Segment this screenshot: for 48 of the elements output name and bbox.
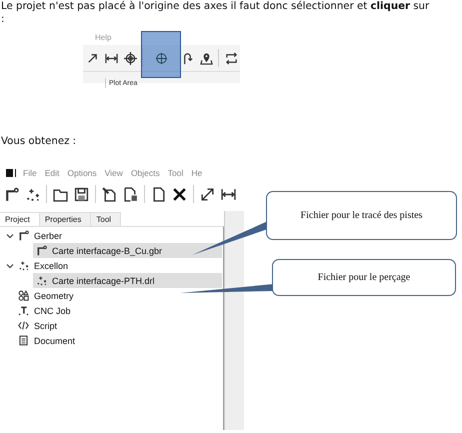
cnc-tool-icon bbox=[18, 305, 29, 316]
tree-item[interactable]: Carte interfacage-PTH.drl bbox=[33, 273, 222, 288]
chevron-icon[interactable] bbox=[6, 262, 14, 270]
tab[interactable]: Project bbox=[0, 212, 40, 226]
tree-item[interactable]: Gerber bbox=[0, 228, 222, 243]
tab[interactable]: Properties bbox=[40, 212, 92, 226]
crosshair-icon[interactable] bbox=[124, 52, 136, 64]
app-icon[interactable] bbox=[6, 169, 15, 177]
menu-item[interactable]: Edit bbox=[44, 168, 60, 178]
gerber-icon bbox=[36, 245, 47, 256]
document-icon bbox=[18, 335, 29, 346]
code-icon bbox=[18, 320, 29, 331]
menu-item[interactable]: File bbox=[23, 168, 37, 178]
callout: Fichier pour le tracé des pistes bbox=[266, 191, 457, 240]
measure-icon[interactable] bbox=[104, 52, 118, 64]
edit-document-icon[interactable] bbox=[102, 186, 117, 202]
chevron-icon[interactable] bbox=[6, 232, 14, 240]
tree-item[interactable]: Geometry bbox=[0, 288, 222, 303]
callout: Fichier pour le perçage bbox=[272, 259, 456, 296]
sparkle-icon[interactable] bbox=[25, 186, 40, 202]
swap-arrows-icon[interactable] bbox=[224, 52, 238, 64]
shapes-icon bbox=[18, 290, 29, 301]
menu-item[interactable]: He bbox=[191, 168, 202, 178]
resize-icon[interactable] bbox=[200, 186, 215, 202]
menu-item[interactable]: View bbox=[104, 168, 123, 178]
page-icon[interactable] bbox=[151, 186, 166, 202]
tree-item[interactable]: Excellon bbox=[0, 258, 222, 273]
menu-item[interactable]: Options bbox=[67, 168, 97, 178]
tree-item[interactable]: Script bbox=[0, 318, 222, 333]
sparkle-icon bbox=[36, 275, 47, 286]
arrow-icon[interactable] bbox=[86, 52, 98, 64]
menu-item[interactable]: Objects bbox=[130, 168, 160, 178]
document-save-icon[interactable] bbox=[123, 186, 138, 202]
measure-icon[interactable] bbox=[221, 186, 236, 202]
delete-icon[interactable] bbox=[172, 186, 187, 202]
save-icon[interactable] bbox=[74, 186, 89, 202]
tree-item[interactable]: CNC Job bbox=[0, 303, 222, 318]
tab[interactable]: Tool bbox=[91, 212, 122, 226]
map-pin-icon[interactable] bbox=[200, 52, 212, 64]
folder-icon[interactable] bbox=[53, 186, 68, 202]
gerber-icon[interactable] bbox=[4, 186, 19, 202]
menu-item[interactable]: Tool bbox=[168, 168, 184, 178]
tree-item[interactable]: Document bbox=[0, 333, 222, 348]
sparkle-icon bbox=[18, 260, 29, 271]
instruction-text: Le projet n'est pas placé à l'origine des axes il faut donc sélectionner et cliquer sur : bbox=[1, 0, 430, 26]
result-text: Vous obtenez : bbox=[1, 135, 78, 148]
tree-item[interactable]: Carte interfacage-B_Cu.gbr bbox=[33, 243, 222, 258]
gerber-icon bbox=[18, 230, 29, 241]
